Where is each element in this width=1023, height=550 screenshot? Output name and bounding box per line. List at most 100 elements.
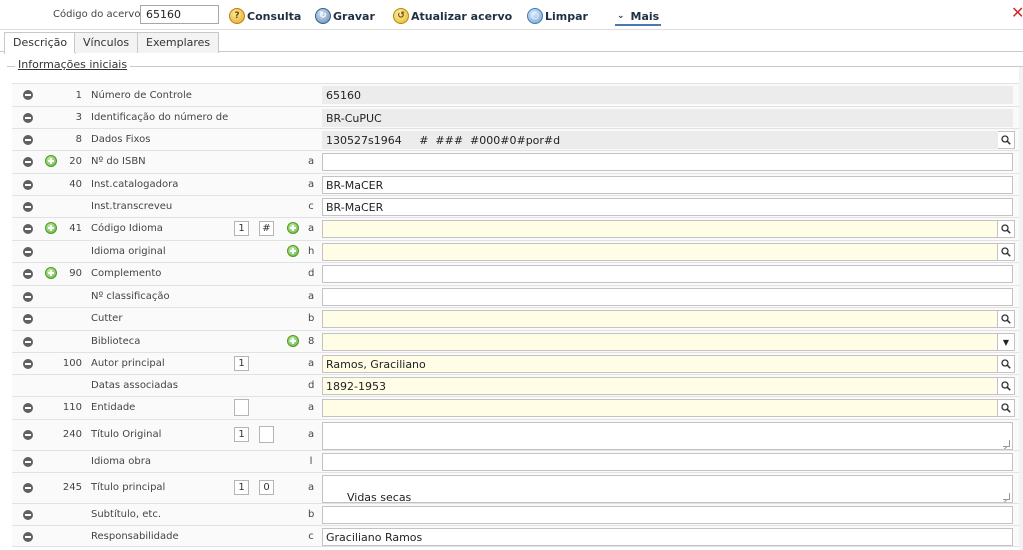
search-button[interactable] bbox=[998, 399, 1015, 417]
subfield-code: a bbox=[308, 402, 315, 413]
consulta-icon: ? bbox=[229, 8, 245, 24]
search-icon bbox=[1001, 381, 1011, 391]
remove-icon[interactable] bbox=[23, 430, 33, 440]
limpar-button[interactable]: ○ Limpar bbox=[527, 6, 588, 26]
field-label: Cutter bbox=[91, 313, 123, 324]
remove-icon[interactable] bbox=[23, 483, 33, 493]
subfield-code: 8 bbox=[308, 336, 315, 347]
remove-icon[interactable] bbox=[23, 292, 33, 302]
titulo-principal-textarea[interactable]: Vidas secas bbox=[322, 475, 1013, 503]
idioma-original-field[interactable] bbox=[322, 243, 998, 261]
indicator-1[interactable]: 1 bbox=[234, 480, 249, 495]
idioma-obra-field[interactable] bbox=[322, 453, 1013, 471]
field-label: Nº do ISBN bbox=[91, 156, 146, 167]
codigo-acervo-input[interactable] bbox=[140, 5, 219, 24]
search-icon bbox=[1001, 403, 1011, 413]
atualizar-label: Atualizar acervo bbox=[411, 9, 513, 23]
responsabilidade-field[interactable]: Graciliano Ramos bbox=[322, 528, 1013, 546]
subfield-code: a bbox=[308, 223, 315, 234]
indicator-1[interactable]: 1 bbox=[234, 427, 249, 442]
titulo-original-textarea[interactable] bbox=[322, 422, 1013, 450]
field-tag: 20 bbox=[69, 156, 82, 167]
search-icon bbox=[1001, 314, 1011, 324]
tab-descricao[interactable]: Descrição bbox=[4, 32, 77, 54]
remove-icon[interactable] bbox=[23, 510, 33, 520]
remove-icon[interactable] bbox=[23, 247, 33, 257]
indicator-1[interactable]: 1 bbox=[234, 221, 249, 236]
remove-icon[interactable] bbox=[23, 180, 33, 190]
remove-icon[interactable] bbox=[23, 457, 33, 467]
tab-vinculos[interactable]: Vínculos bbox=[74, 32, 139, 53]
inst-transcreveu-field[interactable]: BR-MaCER bbox=[322, 198, 1013, 216]
dados-fixos-field[interactable]: 130527s1964 # ### #000#0#por#d bbox=[322, 131, 998, 149]
scrollbar-track[interactable] bbox=[1019, 67, 1023, 550]
close-icon[interactable]: ✕ bbox=[1011, 4, 1023, 22]
remove-icon[interactable] bbox=[23, 532, 33, 542]
inst-catalogadora-field[interactable]: BR-MaCER bbox=[322, 176, 1013, 194]
autor-principal-field[interactable]: Ramos, Graciliano bbox=[322, 355, 998, 373]
remove-icon[interactable] bbox=[23, 269, 33, 279]
search-button[interactable] bbox=[998, 131, 1015, 149]
indicator-2[interactable] bbox=[259, 426, 274, 443]
subtitulo-field[interactable] bbox=[322, 506, 1013, 524]
complemento-field[interactable] bbox=[322, 265, 1013, 283]
resize-handle[interactable] bbox=[1003, 493, 1010, 500]
codigo-idioma-field[interactable] bbox=[322, 220, 998, 238]
field-row-041: 41 Código Idioma 1 # a bbox=[12, 217, 1023, 240]
mais-menu[interactable]: ⌄ Mais bbox=[615, 6, 662, 26]
remove-icon[interactable] bbox=[23, 113, 33, 123]
remove-icon[interactable] bbox=[23, 202, 33, 212]
field-tag: 110 bbox=[62, 402, 82, 413]
cutter-field[interactable] bbox=[322, 310, 998, 328]
search-button[interactable] bbox=[998, 355, 1015, 373]
add-subfield-icon[interactable] bbox=[287, 245, 299, 257]
entidade-field[interactable] bbox=[322, 399, 998, 417]
indicator-2[interactable]: 0 bbox=[259, 480, 274, 495]
remove-icon[interactable] bbox=[23, 135, 33, 145]
subfield-code: l bbox=[309, 456, 313, 467]
field-row-100: 100 Autor principal 1 a Ramos, Gracilian… bbox=[12, 352, 1023, 374]
isbn-field[interactable] bbox=[322, 153, 1013, 171]
consulta-button[interactable]: ? Consulta bbox=[229, 6, 301, 26]
gravar-button[interactable]: ↻ Gravar bbox=[315, 6, 375, 26]
gravar-label: Gravar bbox=[333, 9, 375, 23]
datas-associadas-field[interactable]: 1892-1953 bbox=[322, 377, 998, 395]
indicator-2[interactable]: # bbox=[259, 221, 274, 236]
add-subfield-icon[interactable] bbox=[287, 335, 299, 347]
classificacao-field[interactable] bbox=[322, 288, 1013, 306]
atualizar-acervo-button[interactable]: ↺ Atualizar acervo bbox=[393, 6, 512, 26]
field-label: Subtítulo, etc. bbox=[91, 509, 161, 520]
subfield-code: a bbox=[308, 291, 315, 302]
limpar-label: Limpar bbox=[545, 9, 588, 23]
remove-icon[interactable] bbox=[23, 359, 33, 369]
titulo-principal-value: Vidas secas bbox=[346, 491, 412, 503]
field-label: Inst.catalogadora bbox=[91, 179, 179, 190]
refresh-icon: ↺ bbox=[393, 8, 409, 24]
remove-icon[interactable] bbox=[23, 337, 33, 347]
resize-handle[interactable] bbox=[1003, 440, 1010, 447]
biblioteca-select[interactable] bbox=[322, 333, 998, 351]
remove-icon[interactable] bbox=[23, 90, 33, 100]
search-button[interactable] bbox=[998, 377, 1015, 395]
add-subfield-icon[interactable] bbox=[287, 222, 299, 234]
codigo-acervo-label: Código do acervo: bbox=[53, 9, 144, 20]
indicator-1[interactable]: 1 bbox=[234, 356, 249, 371]
tab-exemplares[interactable]: Exemplares bbox=[137, 32, 220, 53]
search-icon bbox=[1001, 135, 1011, 145]
field-label: Responsabilidade bbox=[91, 531, 179, 542]
dropdown-button[interactable]: ▼ bbox=[998, 333, 1015, 351]
indicator-1[interactable] bbox=[234, 399, 249, 416]
subfield-code: c bbox=[308, 201, 314, 212]
field-label: Entidade bbox=[91, 402, 136, 413]
remove-icon[interactable] bbox=[23, 314, 33, 324]
search-button[interactable] bbox=[998, 310, 1015, 328]
remove-icon[interactable] bbox=[23, 403, 33, 413]
field-label: Complemento bbox=[91, 268, 162, 279]
remove-icon[interactable] bbox=[23, 157, 33, 167]
remove-icon[interactable] bbox=[23, 224, 33, 234]
field-row-040: 40 Inst.catalogadora a BR-MaCER bbox=[12, 173, 1023, 195]
field-label: Dados Fixos bbox=[91, 134, 151, 145]
search-button[interactable] bbox=[998, 220, 1015, 238]
search-button[interactable] bbox=[998, 243, 1015, 261]
chevron-down-icon: ⌄ bbox=[617, 11, 625, 21]
